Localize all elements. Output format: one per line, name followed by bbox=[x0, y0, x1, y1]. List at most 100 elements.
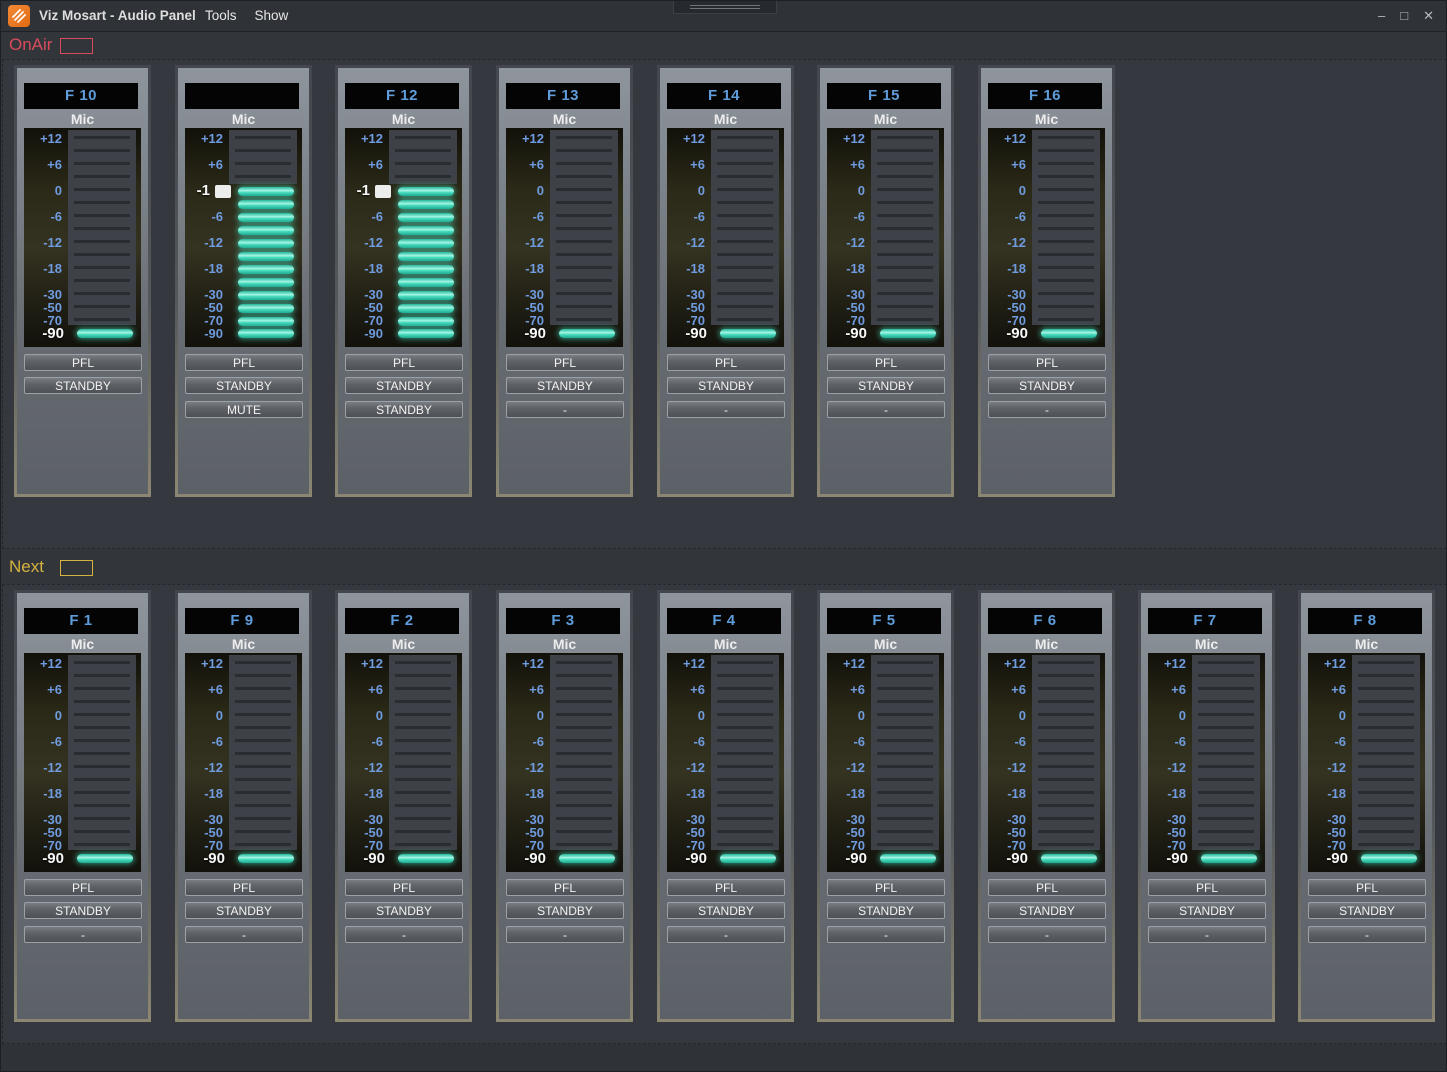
meter-scale-label: -12 bbox=[506, 761, 544, 775]
meter-scale-label: 0 bbox=[345, 709, 383, 723]
assign-button[interactable]: - bbox=[506, 401, 624, 418]
channel-source-label: Mic bbox=[496, 111, 633, 127]
assign-button[interactable]: - bbox=[506, 926, 624, 943]
standby-button[interactable]: STANDBY bbox=[1308, 902, 1426, 919]
meter-tick bbox=[74, 687, 130, 690]
standby-button[interactable]: STANDBY bbox=[24, 377, 142, 394]
meter-scale-label: -12 bbox=[24, 761, 62, 775]
meter-tick bbox=[1198, 830, 1254, 833]
meter-scale-label: +6 bbox=[667, 158, 705, 172]
meter-scale-label: -18 bbox=[988, 262, 1026, 276]
standby-button[interactable]: STANDBY bbox=[24, 902, 142, 919]
meter-tick bbox=[1198, 687, 1254, 690]
meter-tick bbox=[877, 318, 933, 321]
close-icon[interactable]: ✕ bbox=[1423, 1, 1434, 30]
standby-button[interactable]: STANDBY bbox=[345, 377, 463, 394]
meter-tick bbox=[395, 752, 451, 755]
meter-scale-label: 0 bbox=[988, 184, 1026, 198]
pfl-button[interactable]: PFL bbox=[185, 879, 303, 896]
minimize-icon[interactable]: – bbox=[1378, 1, 1385, 30]
standby-button[interactable]: STANDBY bbox=[185, 377, 303, 394]
assign-button[interactable]: - bbox=[185, 926, 303, 943]
assign-button[interactable]: - bbox=[667, 401, 785, 418]
assign-button[interactable]: - bbox=[1148, 926, 1266, 943]
meter-tick bbox=[556, 817, 612, 820]
meter-tick bbox=[74, 674, 130, 677]
meter-tick bbox=[74, 201, 130, 204]
standby-button[interactable]: STANDBY bbox=[506, 902, 624, 919]
standby-button[interactable]: STANDBY bbox=[1148, 902, 1266, 919]
assign-button[interactable]: - bbox=[24, 926, 142, 943]
meter-tick bbox=[395, 726, 451, 729]
meter-scale-label: +12 bbox=[1148, 657, 1186, 671]
assign-button[interactable]: - bbox=[988, 926, 1106, 943]
meter-tick bbox=[1198, 778, 1254, 781]
pfl-button[interactable]: PFL bbox=[506, 879, 624, 896]
meter-tick bbox=[1198, 661, 1254, 664]
meter-scale-label: -18 bbox=[1148, 787, 1186, 801]
standby-button[interactable]: STANDBY bbox=[667, 902, 785, 919]
titlebar-grip[interactable] bbox=[673, 1, 777, 14]
channel-source-label: Mic bbox=[496, 636, 633, 652]
menu-show[interactable]: Show bbox=[255, 1, 289, 30]
pfl-button[interactable]: PFL bbox=[827, 879, 945, 896]
meter-tick bbox=[717, 778, 773, 781]
standby-button[interactable]: STANDBY bbox=[506, 377, 624, 394]
meter-scale-label: -18 bbox=[667, 262, 705, 276]
standby-button[interactable]: STANDBY bbox=[827, 377, 945, 394]
meter-scale-label: +6 bbox=[988, 158, 1026, 172]
pfl-button[interactable]: PFL bbox=[1148, 879, 1266, 896]
standby-button[interactable]: STANDBY bbox=[185, 902, 303, 919]
maximize-icon[interactable]: □ bbox=[1400, 1, 1408, 30]
meter-tick bbox=[556, 804, 612, 807]
assign-button[interactable]: - bbox=[827, 926, 945, 943]
pfl-button[interactable]: PFL bbox=[24, 879, 142, 896]
standby-button[interactable]: STANDBY bbox=[345, 401, 463, 418]
standby-button[interactable]: STANDBY bbox=[345, 902, 463, 919]
pfl-button[interactable]: PFL bbox=[988, 354, 1106, 371]
mute-button[interactable]: MUTE bbox=[185, 401, 303, 418]
meter-tick bbox=[877, 739, 933, 742]
channel-strip: F 5Mic+12+60-6-12-18-30-50-70-90PFLSTAND… bbox=[817, 590, 954, 1022]
meter-scale-label: +6 bbox=[345, 683, 383, 697]
meter-scale-label: -18 bbox=[345, 262, 383, 276]
assign-button[interactable]: - bbox=[345, 926, 463, 943]
pfl-button[interactable]: PFL bbox=[667, 879, 785, 896]
pfl-button[interactable]: PFL bbox=[185, 354, 303, 371]
pfl-button[interactable]: PFL bbox=[988, 879, 1106, 896]
menu-tools[interactable]: Tools bbox=[205, 1, 237, 30]
meter-scale-label: 0 bbox=[667, 184, 705, 198]
channel-source-label: Mic bbox=[14, 636, 151, 652]
standby-button[interactable]: STANDBY bbox=[667, 377, 785, 394]
meter-tick bbox=[717, 188, 773, 191]
meter-tick bbox=[556, 713, 612, 716]
assign-button[interactable]: - bbox=[1308, 926, 1426, 943]
pfl-button[interactable]: PFL bbox=[667, 354, 785, 371]
meter-ticks bbox=[871, 130, 939, 325]
assign-button[interactable]: - bbox=[988, 401, 1106, 418]
meter-scale-label: -6 bbox=[988, 735, 1026, 749]
meter-tick bbox=[556, 201, 612, 204]
meter-tick bbox=[556, 726, 612, 729]
meter-tick bbox=[1358, 674, 1414, 677]
pfl-button[interactable]: PFL bbox=[506, 354, 624, 371]
meter-tick bbox=[395, 778, 451, 781]
pfl-button[interactable]: PFL bbox=[827, 354, 945, 371]
meter-tick bbox=[877, 804, 933, 807]
meter-tick bbox=[235, 162, 291, 165]
meter-tick bbox=[235, 687, 291, 690]
meter-tick bbox=[1038, 791, 1094, 794]
pfl-button[interactable]: PFL bbox=[345, 354, 463, 371]
meter-scale-label: -90 bbox=[185, 327, 223, 341]
channel-strip: F 3Mic+12+60-6-12-18-30-50-70-90PFLSTAND… bbox=[496, 590, 633, 1022]
standby-button[interactable]: STANDBY bbox=[988, 377, 1106, 394]
pfl-button[interactable]: PFL bbox=[24, 354, 142, 371]
assign-button[interactable]: - bbox=[827, 401, 945, 418]
pfl-button[interactable]: PFL bbox=[1308, 879, 1426, 896]
standby-button[interactable]: STANDBY bbox=[827, 902, 945, 919]
assign-button[interactable]: - bbox=[667, 926, 785, 943]
pfl-button[interactable]: PFL bbox=[345, 879, 463, 896]
channel-name: F 7 bbox=[1148, 608, 1262, 634]
level-bar bbox=[1201, 854, 1257, 863]
standby-button[interactable]: STANDBY bbox=[988, 902, 1106, 919]
